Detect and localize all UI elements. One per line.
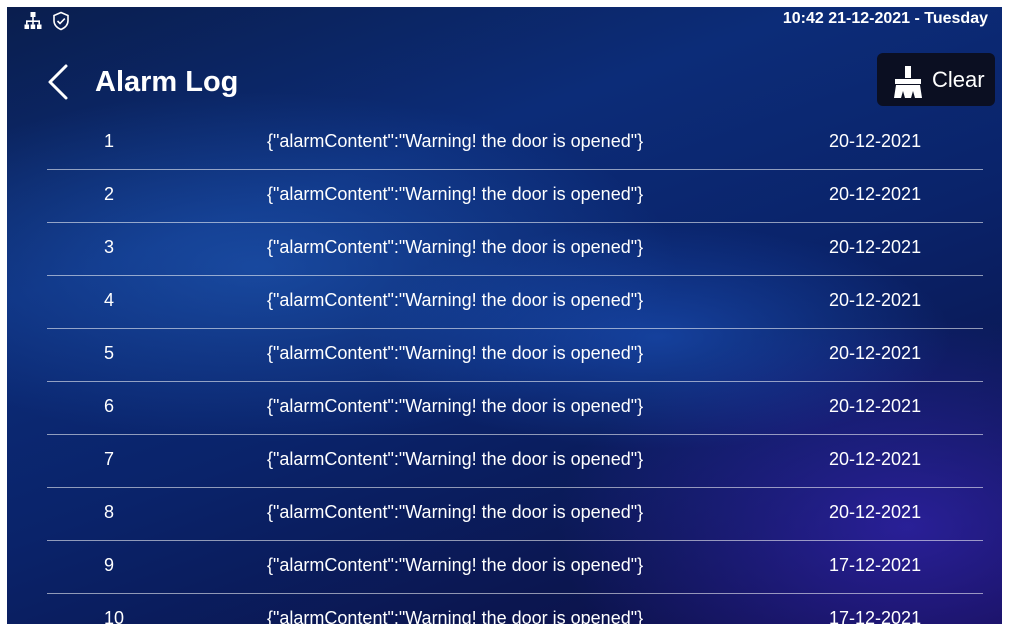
log-date: 17-12-2021	[829, 555, 922, 575]
log-row[interactable]: 7 {"alarmContent":"Warning! the door is o…	[47, 435, 983, 488]
screen: 10:42 21-12-2021 - Tuesday Alarm Log Cle…	[7, 7, 1002, 624]
log-row[interactable]: 10 {"alarmContent":"Warning! the door is …	[47, 594, 983, 624]
log-date: 20-12-2021	[829, 449, 922, 469]
back-button[interactable]	[40, 62, 74, 102]
shield-check-icon	[51, 11, 71, 31]
log-content: {"alarmContent":"Warning! the door is op…	[267, 184, 644, 204]
log-index: 6	[104, 396, 115, 416]
log-index: 8	[104, 502, 115, 522]
status-datetime: 10:42 21-12-2021 - Tuesday	[782, 10, 988, 27]
clear-button-label: Clear	[932, 67, 985, 92]
log-date: 20-12-2021	[829, 396, 922, 416]
log-content: {"alarmContent":"Warning! the door is op…	[267, 449, 644, 469]
log-date: 20-12-2021	[829, 184, 922, 204]
clear-button[interactable]: Clear	[877, 53, 995, 106]
log-content: {"alarmContent":"Warning! the door is op…	[267, 396, 644, 416]
log-content: {"alarmContent":"Warning! the door is op…	[267, 555, 644, 575]
log-date: 20-12-2021	[829, 131, 922, 151]
network-icon	[23, 11, 43, 31]
log-row[interactable]: 2 {"alarmContent":"Warning! the door is o…	[47, 170, 983, 223]
log-content: {"alarmContent":"Warning! the door is op…	[267, 237, 644, 257]
log-content: {"alarmContent":"Warning! the door is op…	[267, 608, 644, 624]
log-row[interactable]: 8 {"alarmContent":"Warning! the door is o…	[47, 488, 983, 541]
log-index: 2	[104, 184, 115, 204]
log-date: 20-12-2021	[829, 237, 922, 257]
log-row[interactable]: 1 {"alarmContent":"Warning! the door is o…	[47, 117, 983, 170]
log-index: 10	[104, 608, 125, 624]
log-index: 3	[104, 237, 115, 257]
log-date: 20-12-2021	[829, 290, 922, 310]
broom-icon	[891, 65, 925, 99]
log-date: 17-12-2021	[829, 608, 922, 624]
log-row[interactable]: 6 {"alarmContent":"Warning! the door is o…	[47, 382, 983, 435]
chevron-left-icon	[48, 64, 68, 100]
log-index: 4	[104, 290, 115, 310]
log-content: {"alarmContent":"Warning! the door is op…	[267, 290, 644, 310]
header: Alarm Log Clear	[7, 52, 1002, 112]
log-row[interactable]: 5 {"alarmContent":"Warning! the door is o…	[47, 329, 983, 382]
log-index: 7	[104, 449, 115, 469]
log-content: {"alarmContent":"Warning! the door is op…	[267, 131, 644, 151]
page-title: Alarm Log	[95, 66, 239, 98]
status-bar: 10:42 21-12-2021 - Tuesday	[7, 7, 1002, 35]
log-row[interactable]: 3 {"alarmContent":"Warning! the door is o…	[47, 223, 983, 276]
log-date: 20-12-2021	[829, 343, 922, 363]
alarm-log-list[interactable]: 1 {"alarmContent":"Warning! the door is o…	[47, 117, 983, 624]
log-date: 20-12-2021	[829, 502, 922, 522]
log-content: {"alarmContent":"Warning! the door is op…	[267, 343, 644, 363]
log-index: 5	[104, 343, 115, 363]
log-index: 9	[104, 555, 115, 575]
log-row[interactable]: 9 {"alarmContent":"Warning! the door is o…	[47, 541, 983, 594]
log-row[interactable]: 4 {"alarmContent":"Warning! the door is o…	[47, 276, 983, 329]
log-content: {"alarmContent":"Warning! the door is op…	[267, 502, 644, 522]
log-index: 1	[104, 131, 115, 151]
